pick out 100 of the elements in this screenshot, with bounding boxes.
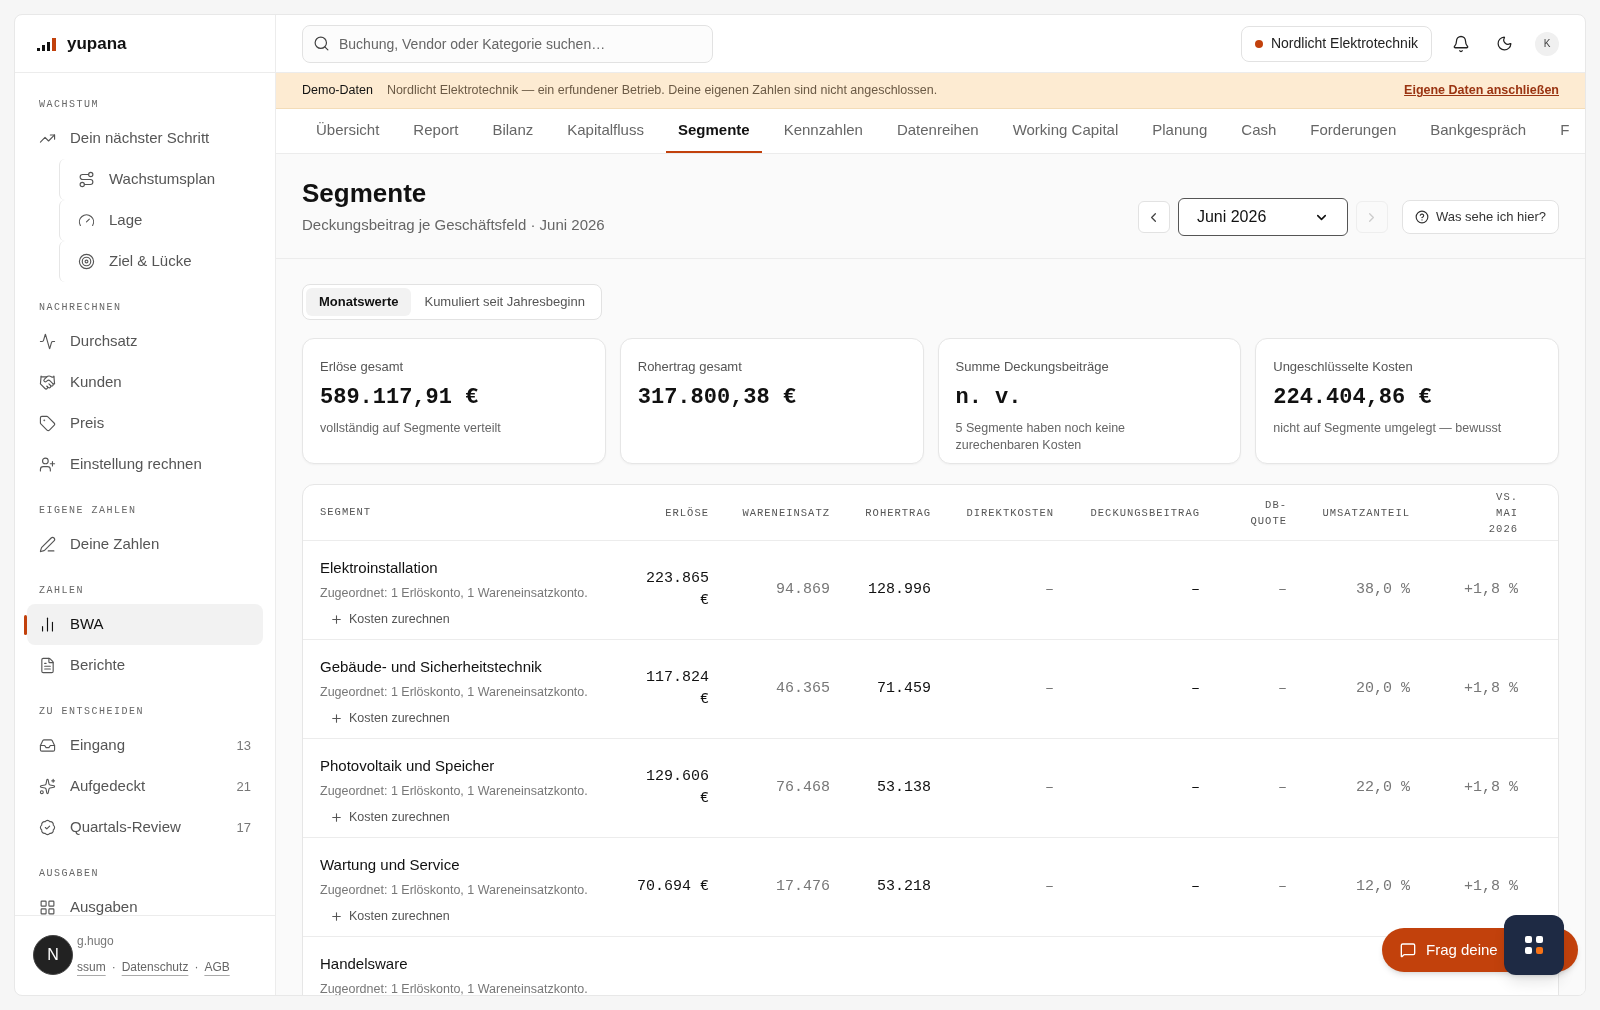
section-label: ZU ENTSCHEIDEN [38,705,145,719]
help-button[interactable]: Was sehe ich hier? [1401,200,1559,234]
nav-item[interactable]: Preis [27,403,263,444]
nav-item[interactable]: Einstellung rechnen [27,444,263,485]
table-cell-text: – [1045,778,1054,798]
tab[interactable]: F [1548,109,1582,153]
grid-icon [39,899,56,915]
company-button[interactable]: Nordlicht Elektrotechnik [1240,25,1432,62]
column-header: DB-QUOTE [1250,497,1287,529]
tab[interactable]: Kapitalfluss [555,109,656,153]
nav-item[interactable]: Eingang 13 [27,725,263,766]
segment-assignment: Zugeordnet: 1 Erlöskonto, 1 Wareneinsatzkonto. [320,683,588,701]
table-cell-text: – [1278,580,1287,600]
nav-item[interactable]: Dein nächster Schritt [27,118,263,159]
nav-item[interactable]: Quartals-Review 17 [27,807,263,848]
table-cell-text: – [1191,580,1200,600]
table-cell-text: – [1278,778,1287,798]
table-cell-text: 128.996 [868,580,931,600]
segment-assignment: Zugeordnet: 1 Erlöskonto, 1 Wareneinsatzkonto. [320,782,588,800]
assign-costs-button[interactable]: Kosten zurechnen [330,610,450,629]
count: 13 [236,736,251,755]
table-cell-text: 71.459 [877,679,931,699]
tab[interactable]: Übersicht [304,109,392,153]
tab[interactable]: Report [401,109,471,153]
table-cell-text: 53.218 [877,877,931,897]
assign-costs-button[interactable]: Kosten zurechnen [330,709,450,728]
tab[interactable]: Bilanz [480,109,546,153]
nav-item[interactable]: Lage [60,200,263,241]
gauge-icon [78,212,95,229]
plus-icon [330,811,343,825]
chat-icon [1400,942,1416,958]
sparkles-icon [39,778,56,795]
moon-icon[interactable] [1496,35,1513,52]
check-badge-icon [39,819,56,836]
kpi-label: Rohertrag gesamt [637,358,743,376]
tab[interactable]: Kennzahlen [771,109,875,153]
table-cell-text: 22,0 % [1356,778,1410,798]
mode-toggle[interactable]: Monatswerte [306,288,412,316]
month-select[interactable]: Juni 2026 [1177,198,1348,236]
nav-item[interactable]: BWA [27,604,263,645]
page-subtitle: Deckungsbeitrag je Geschäftsfeld · Juni 2026 [302,215,606,235]
table-cell-text: 223.865 € [645,569,709,611]
tab[interactable]: Working Capital [1000,109,1131,153]
kpi-note: nicht auf Segmente umgelegt — bewusst [1273,419,1503,437]
mode-toggle[interactable]: Kumuliert seit Jahresbeginn [411,288,598,316]
tab[interactable]: Datenreihen [884,109,991,153]
nav-item[interactable]: Kunden [27,362,263,403]
footer-link[interactable]: AGB [204,958,230,976]
kpi-value: 317.800,38 € [637,383,798,412]
nav-item[interactable]: Ziel & Lücke [60,241,263,282]
assign-costs-button[interactable]: Kosten zurechnen [330,907,450,926]
table-cell-text: +1,8 % [1464,679,1518,699]
nav-item[interactable]: Ausgaben [27,887,263,915]
segment-name: Handelsware [320,954,408,974]
nav-item[interactable]: Berichte [27,645,263,686]
brand-name: yupana [67,32,127,55]
notifications-icon[interactable] [1452,34,1470,53]
assign-costs-button[interactable]: Kosten zurechnen [330,808,450,827]
table-cell-text: – [1191,877,1200,897]
kpi-value: n. v. [955,383,1023,412]
kpi-label: Summe Deckungsbeiträge [955,358,1110,376]
pulse-icon [39,333,56,350]
segment-assignment: Zugeordnet: 1 Erlöskonto, 1 Wareneinsatzkonto. [320,881,588,899]
tab[interactable]: Forderungen [1298,109,1409,153]
table-cell-text: +1,8 % [1464,580,1518,600]
connect-link[interactable]: Eigene Daten anschließen [1404,81,1559,100]
table-cell-text: 46.365 [776,679,830,699]
app-grid-button[interactable] [1504,915,1564,975]
segment-assignment: Zugeordnet: 1 Erlöskonto, 1 Wareneinsatzkonto. [320,584,588,602]
table-cell-text: 70.694 € [637,877,709,897]
target-icon [78,253,95,270]
grid-icon [1524,935,1544,955]
handshake-icon [39,374,56,391]
search-field[interactable]: Buchung, Vendor oder Kategorie suchen… [302,24,713,63]
credit-text: g.hugo [77,933,114,950]
column-header: UMSATZANTEIL [1322,505,1410,521]
table-cell-text: – [1191,679,1200,699]
nav-item[interactable]: Deine Zahlen [27,524,263,565]
avatar[interactable]: K [1535,31,1559,56]
separator: · [194,959,199,976]
page-title: Segmente [302,178,428,208]
tab[interactable]: Planung [1140,109,1220,153]
footer-link[interactable]: Datenschutz [121,958,189,976]
footer-link[interactable]: ssum [77,958,106,976]
nav-item[interactable]: Durchsatz [27,321,263,362]
user-plus-icon [39,456,56,473]
table-cell-text: +1,8 % [1464,778,1518,798]
table-cell-text: 38,0 % [1356,580,1410,600]
nav-item[interactable]: Wachstumsplan [60,159,263,200]
section-label: AUSGABEN [38,867,100,881]
table-cell-text: – [1045,679,1054,699]
tab[interactable]: Bankgespräch [1418,109,1539,153]
plus-icon [330,910,343,924]
count: 21 [236,777,251,796]
logo-icon [37,36,59,51]
tab[interactable]: Cash [1229,109,1289,153]
nav-item[interactable]: Aufgedeckt 21 [27,766,263,807]
segment-name: Gebäude- und Sicherheitstechnik [320,657,542,677]
segment-name: Elektroinstallation [320,558,438,578]
banner-text: Nordlicht Elektrotechnik — ein erfundener Betrieb. Deine eigenen Zahlen sind nicht angeschlossen. [386,82,939,100]
